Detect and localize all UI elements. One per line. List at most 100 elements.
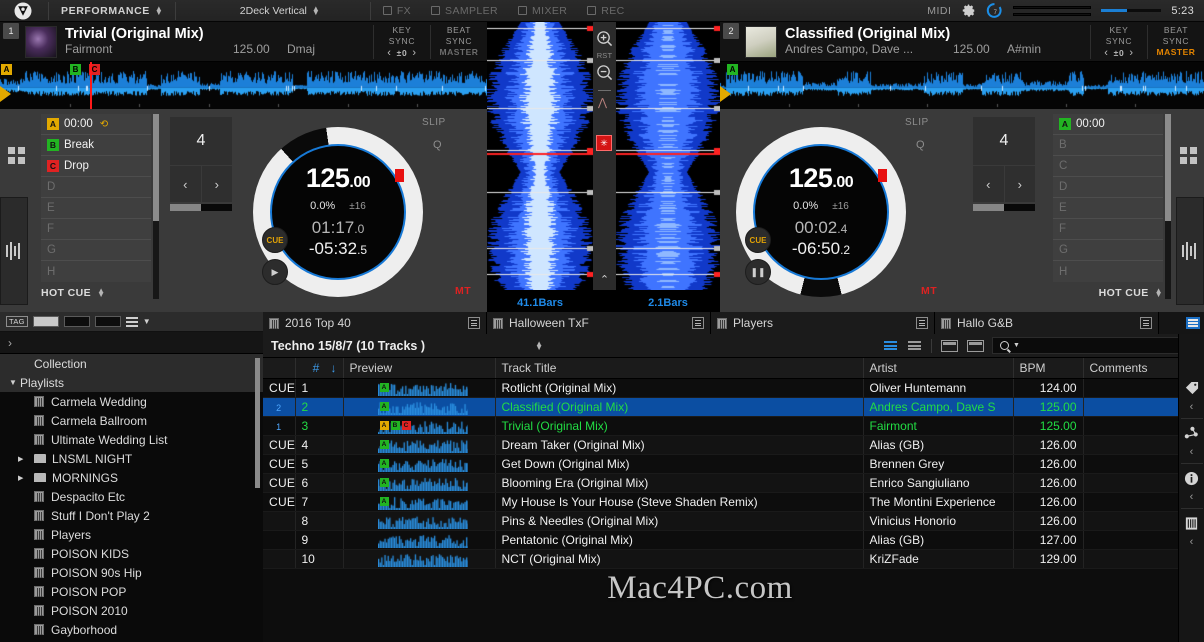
gear-icon[interactable] xyxy=(961,3,976,18)
deck-1-hotcue-e[interactable]: E xyxy=(41,198,151,219)
rekordbox-logo-icon[interactable] xyxy=(0,2,46,20)
pad-mode-grid-icon[interactable] xyxy=(8,147,26,165)
tree-expand-row[interactable]: › xyxy=(0,332,263,354)
search-input[interactable]: ▼ xyxy=(992,337,1192,354)
chevron-left-icon[interactable]: ‹ xyxy=(1182,400,1202,414)
deck-2-hotcue-h[interactable]: H xyxy=(1053,261,1163,282)
deck-1-hotcue-d[interactable]: D xyxy=(41,177,151,198)
track-cue-cell[interactable]: CUE xyxy=(263,378,296,398)
key-down-icon[interactable]: ‹ xyxy=(1104,47,1108,59)
toggle-fx[interactable]: FX xyxy=(373,5,421,17)
master-level-knob-icon[interactable]: 7 xyxy=(986,2,1003,19)
deck-2-hotcue-d[interactable]: D xyxy=(1053,177,1163,198)
deck-2-eq-panel-toggle[interactable] xyxy=(1176,197,1204,305)
mode-selector[interactable]: PERFORMANCE ▲ ▼ xyxy=(51,0,173,22)
tree-item-poison-kids[interactable]: POISON KIDS xyxy=(0,544,263,563)
tag-color-swatch-3[interactable] xyxy=(94,316,121,327)
table-row[interactable]: 10 NCT (Original Mix) KriZFade 129.00 xyxy=(263,549,1204,569)
table-row[interactable]: CUE 1 A Rotlicht (Original Mix) Oliver Hunte… xyxy=(263,378,1204,398)
deck-1-quantize-button[interactable]: Q xyxy=(433,139,442,151)
tab-halloween-txf[interactable]: Halloween TxF xyxy=(487,312,711,334)
col-bpm[interactable]: BPM xyxy=(1013,358,1084,379)
track-preview[interactable]: A xyxy=(343,454,496,474)
overview-cue-a[interactable]: A xyxy=(1,64,12,75)
midi-label[interactable]: MIDI xyxy=(927,5,951,17)
zoom-in-icon[interactable] xyxy=(596,30,613,47)
deck-1-play-button[interactable]: ▶ xyxy=(262,259,288,285)
chevron-up-icon[interactable]: ⌃ xyxy=(593,273,616,286)
deck-1-hotcue-g[interactable]: G xyxy=(41,240,151,261)
chevron-left-icon[interactable]: ‹ xyxy=(1182,535,1202,549)
track-preview[interactable]: A xyxy=(343,435,496,455)
track-preview[interactable]: A xyxy=(343,492,496,512)
deck-1-master-button[interactable]: MASTER xyxy=(433,47,485,58)
chevron-down-icon[interactable]: ▼ xyxy=(143,317,151,326)
deck-2-overview-waveform[interactable]: A xyxy=(720,62,1204,109)
deck-2-slip-button[interactable]: SLIP xyxy=(905,117,929,128)
deck-2-key-sync[interactable]: KEY SYNC ‹ ±0 › xyxy=(1091,25,1147,59)
chevron-right-icon[interactable]: › xyxy=(8,336,12,350)
overview-cue-b[interactable]: B xyxy=(70,64,81,75)
deck-1-mt-indicator[interactable]: MT xyxy=(455,285,471,297)
deck-2-mt-indicator[interactable]: MT xyxy=(921,285,937,297)
tab-menu-icon[interactable] xyxy=(916,317,928,329)
toggle-sampler[interactable]: SAMPLER xyxy=(421,5,508,17)
deck-2-detail-waveform[interactable] xyxy=(616,22,720,290)
twisty-closed-icon[interactable]: ▶ xyxy=(6,474,34,482)
tab-players[interactable]: Players xyxy=(711,312,935,334)
tag-color-swatch-2[interactable] xyxy=(63,316,90,327)
tag-list-icon[interactable] xyxy=(125,316,138,327)
deck-2-cue-button[interactable]: CUE xyxy=(745,227,771,253)
view-compact-icon[interactable] xyxy=(907,340,922,352)
track-cue-cell[interactable] xyxy=(263,549,296,569)
table-row[interactable]: 9 Pentatonic (Original Mix) Alias (GB) 127.… xyxy=(263,530,1204,550)
view-detailed-icon[interactable] xyxy=(883,340,898,352)
deck-2-quantize-button[interactable]: Q xyxy=(916,139,925,151)
track-cue-cell[interactable]: 1 xyxy=(263,416,296,436)
tree-item-lnsml-night[interactable]: ▶ LNSML NIGHT xyxy=(0,449,263,468)
track-cue-cell[interactable] xyxy=(263,511,296,531)
toggle-rec[interactable]: REC xyxy=(577,5,634,17)
hotcue-scrollbar[interactable] xyxy=(1165,114,1171,299)
deck-2-beat-next-button[interactable]: › xyxy=(1004,166,1035,202)
layout-selector[interactable]: 2Deck Vertical ▲ ▼ xyxy=(178,0,330,22)
artwork-preview-icon[interactable] xyxy=(967,339,984,352)
key-down-icon[interactable]: ‹ xyxy=(387,47,391,59)
track-cue-cell[interactable]: CUE xyxy=(263,435,296,455)
col-track-title[interactable]: Track Title xyxy=(495,358,864,379)
tree-item-mornings[interactable]: ▶ MORNINGS xyxy=(0,468,263,487)
tree-item-poison-2010[interactable]: POISON 2010 xyxy=(0,601,263,620)
track-cue-cell[interactable]: CUE xyxy=(263,454,296,474)
track-cue-cell[interactable]: 2 xyxy=(263,397,296,417)
tag-color-swatch-1[interactable] xyxy=(32,316,59,327)
tree-item-players[interactable]: Players xyxy=(0,525,263,544)
table-row[interactable]: 8 Pins & Needles (Original Mix) Vinicius H… xyxy=(263,511,1204,531)
tree-item-despacito-etc[interactable]: Despacito Etc xyxy=(0,487,263,506)
deck-1-hotcue-b[interactable]: B Break xyxy=(41,135,151,156)
beat-sync-marker-icon[interactable]: ✳ xyxy=(596,135,612,151)
deck-1-hotcue-a[interactable]: A 00:00 ⟲ xyxy=(41,114,151,135)
chevron-updown-icon[interactable]: ▲ ▼ xyxy=(535,339,543,351)
tree-scrollbar[interactable] xyxy=(255,358,260,488)
tree-item-poison-pop[interactable]: POISON POP xyxy=(0,582,263,601)
tree-item-gayborhood[interactable]: Gayborhood xyxy=(0,620,263,639)
track-preview[interactable] xyxy=(343,530,496,550)
related-tracks-icon[interactable] xyxy=(1182,423,1202,443)
tab-hallo-gb[interactable]: Hallo G&B xyxy=(935,312,1159,334)
col-number[interactable]: # ↓ xyxy=(295,358,344,379)
col-preview[interactable]: Preview xyxy=(343,358,496,379)
info-icon[interactable] xyxy=(1182,468,1202,488)
tree-item-poison-90s-hip[interactable]: POISON 90s Hip xyxy=(0,563,263,582)
deck-2-master-button[interactable]: MASTER xyxy=(1150,47,1202,58)
table-row[interactable]: CUE 4 A Dream Taker (Original Mix) Alias (GB… xyxy=(263,435,1204,455)
track-cue-cell[interactable]: CUE xyxy=(263,492,296,512)
deck-1-key-sync[interactable]: KEY SYNC ‹ ±0 › xyxy=(374,25,430,59)
table-row[interactable]: CUE 6 A Blooming Era (Original Mix) Enrico S… xyxy=(263,473,1204,493)
table-row[interactable]: CUE 5 A Get Down (Original Mix) Brennen Grey… xyxy=(263,454,1204,474)
table-row[interactable]: 1 3 A B C Trivial (Original Mix) Fairmont 125.0… xyxy=(263,416,1204,436)
key-up-icon[interactable]: › xyxy=(412,47,416,59)
overview-cue-a[interactable]: A xyxy=(727,64,738,75)
tab-menu-icon[interactable] xyxy=(468,317,480,329)
tag-button[interactable]: TAG xyxy=(6,316,28,327)
zoom-out-icon[interactable] xyxy=(596,64,613,81)
